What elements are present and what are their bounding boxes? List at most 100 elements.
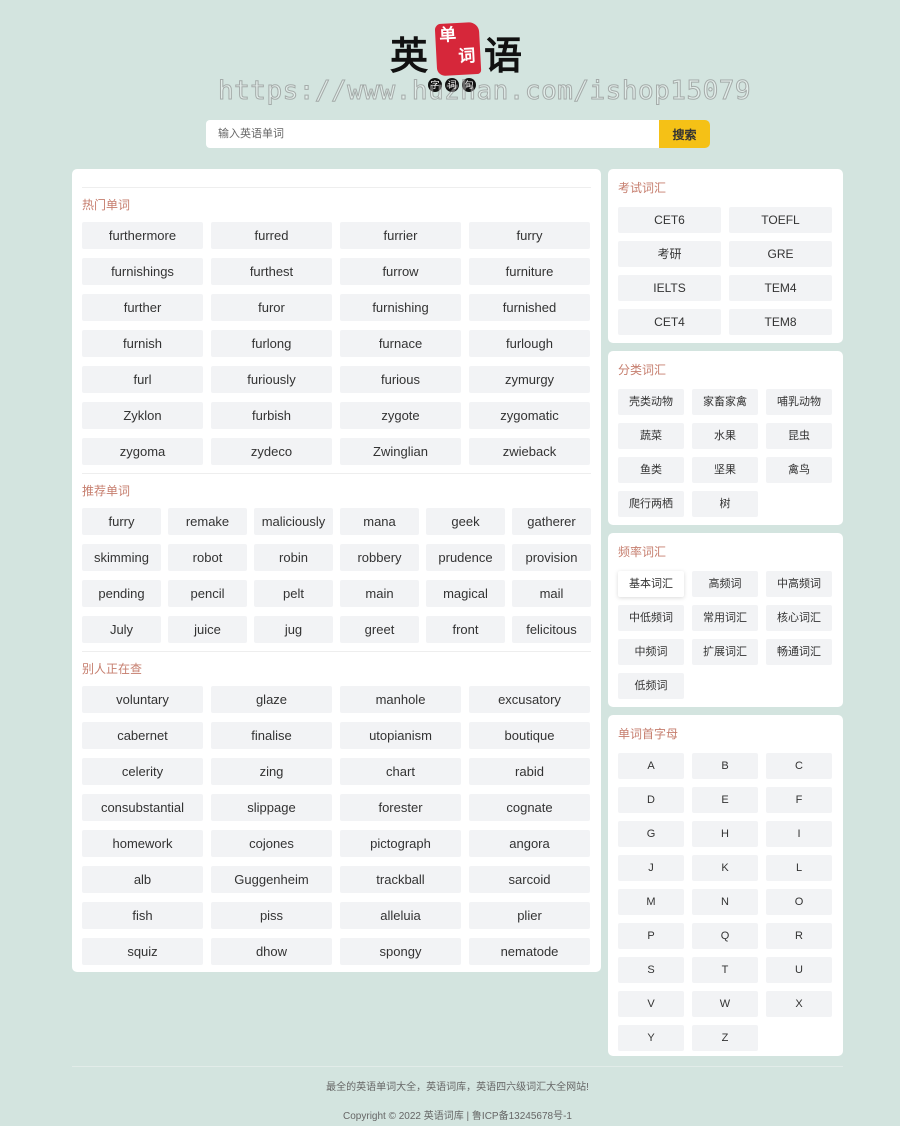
initial-letter-link[interactable]: G xyxy=(618,821,684,847)
frequency-vocab-link[interactable]: 低频词 xyxy=(618,673,684,699)
recommended-word-link[interactable]: mana xyxy=(340,508,419,535)
exam-vocab-link[interactable]: TEM4 xyxy=(729,275,832,301)
hot-word-link[interactable]: furthermore xyxy=(82,222,203,249)
others-searching-word-link[interactable]: slippage xyxy=(211,794,332,821)
exam-vocab-link[interactable]: IELTS xyxy=(618,275,721,301)
others-searching-word-link[interactable]: consubstantial xyxy=(82,794,203,821)
hot-word-link[interactable]: furl xyxy=(82,366,203,393)
hot-word-link[interactable]: further xyxy=(82,294,203,321)
hot-word-link[interactable]: Zwinglian xyxy=(340,438,461,465)
category-vocab-link[interactable]: 爬行两栖 xyxy=(618,491,684,517)
hot-word-link[interactable]: furlough xyxy=(469,330,590,357)
initial-letter-link[interactable]: K xyxy=(692,855,758,881)
initial-letter-link[interactable]: C xyxy=(766,753,832,779)
hot-word-link[interactable]: furious xyxy=(340,366,461,393)
search-button[interactable]: 搜索 xyxy=(659,120,710,148)
initial-letter-link[interactable]: O xyxy=(766,889,832,915)
hot-word-link[interactable]: furthest xyxy=(211,258,332,285)
others-searching-word-link[interactable]: sarcoid xyxy=(469,866,590,893)
initial-letter-link[interactable]: B xyxy=(692,753,758,779)
others-searching-word-link[interactable]: spongy xyxy=(340,938,461,965)
initial-letter-link[interactable]: E xyxy=(692,787,758,813)
recommended-word-link[interactable]: mail xyxy=(512,580,591,607)
others-searching-word-link[interactable]: finalise xyxy=(211,722,332,749)
others-searching-word-link[interactable]: zing xyxy=(211,758,332,785)
frequency-vocab-link[interactable]: 扩展词汇 xyxy=(692,639,758,665)
frequency-vocab-link[interactable]: 中频词 xyxy=(618,639,684,665)
others-searching-word-link[interactable]: cojones xyxy=(211,830,332,857)
initial-letter-link[interactable]: R xyxy=(766,923,832,949)
recommended-word-link[interactable]: robot xyxy=(168,544,247,571)
recommended-word-link[interactable]: July xyxy=(82,616,161,643)
initial-letter-link[interactable]: J xyxy=(618,855,684,881)
category-vocab-link[interactable]: 昆虫 xyxy=(766,423,832,449)
recommended-word-link[interactable]: greet xyxy=(340,616,419,643)
hot-word-link[interactable]: furor xyxy=(211,294,332,321)
recommended-word-link[interactable]: jug xyxy=(254,616,333,643)
initial-letter-link[interactable]: U xyxy=(766,957,832,983)
hot-word-link[interactable]: furrier xyxy=(340,222,461,249)
initial-letter-link[interactable]: F xyxy=(766,787,832,813)
initial-letter-link[interactable]: S xyxy=(618,957,684,983)
others-searching-word-link[interactable]: pictograph xyxy=(340,830,461,857)
recommended-word-link[interactable]: prudence xyxy=(426,544,505,571)
recommended-word-link[interactable]: remake xyxy=(168,508,247,535)
recommended-word-link[interactable]: gatherer xyxy=(512,508,591,535)
category-vocab-link[interactable]: 哺乳动物 xyxy=(766,389,832,415)
initial-letter-link[interactable]: W xyxy=(692,991,758,1017)
recommended-word-link[interactable]: robin xyxy=(254,544,333,571)
initial-letter-link[interactable]: Q xyxy=(692,923,758,949)
others-searching-word-link[interactable]: trackball xyxy=(340,866,461,893)
frequency-vocab-link[interactable]: 基本词汇 xyxy=(618,571,684,597)
initial-letter-link[interactable]: Z xyxy=(692,1025,758,1051)
frequency-vocab-link[interactable]: 高频词 xyxy=(692,571,758,597)
recommended-word-link[interactable]: skimming xyxy=(82,544,161,571)
initial-letter-link[interactable]: M xyxy=(618,889,684,915)
others-searching-word-link[interactable]: alleluia xyxy=(340,902,461,929)
initial-letter-link[interactable]: P xyxy=(618,923,684,949)
hot-word-link[interactable]: furred xyxy=(211,222,332,249)
others-searching-word-link[interactable]: rabid xyxy=(469,758,590,785)
hot-word-link[interactable]: furniture xyxy=(469,258,590,285)
hot-word-link[interactable]: furnish xyxy=(82,330,203,357)
others-searching-word-link[interactable]: plier xyxy=(469,902,590,929)
others-searching-word-link[interactable]: utopianism xyxy=(340,722,461,749)
others-searching-word-link[interactable]: angora xyxy=(469,830,590,857)
exam-vocab-link[interactable]: GRE xyxy=(729,241,832,267)
frequency-vocab-link[interactable]: 中高频词 xyxy=(766,571,832,597)
category-vocab-link[interactable]: 树 xyxy=(692,491,758,517)
recommended-word-link[interactable]: juice xyxy=(168,616,247,643)
recommended-word-link[interactable]: furry xyxy=(82,508,161,535)
recommended-word-link[interactable]: main xyxy=(340,580,419,607)
others-searching-word-link[interactable]: celerity xyxy=(82,758,203,785)
others-searching-word-link[interactable]: voluntary xyxy=(82,686,203,713)
recommended-word-link[interactable]: pending xyxy=(82,580,161,607)
recommended-word-link[interactable]: pelt xyxy=(254,580,333,607)
hot-word-link[interactable]: Zyklon xyxy=(82,402,203,429)
frequency-vocab-link[interactable]: 核心词汇 xyxy=(766,605,832,631)
recommended-word-link[interactable]: geek xyxy=(426,508,505,535)
footer-copyright[interactable]: Copyright © 2022 英语词库 | 鲁ICP备13245678号-1 xyxy=(72,1107,843,1122)
initial-letter-link[interactable]: H xyxy=(692,821,758,847)
others-searching-word-link[interactable]: glaze xyxy=(211,686,332,713)
hot-word-link[interactable]: zymurgy xyxy=(469,366,590,393)
exam-vocab-link[interactable]: CET6 xyxy=(618,207,721,233)
others-searching-word-link[interactable]: forester xyxy=(340,794,461,821)
initial-letter-link[interactable]: Y xyxy=(618,1025,684,1051)
initial-letter-link[interactable]: N xyxy=(692,889,758,915)
exam-vocab-link[interactable]: TOEFL xyxy=(729,207,832,233)
initial-letter-link[interactable]: L xyxy=(766,855,832,881)
initial-letter-link[interactable]: X xyxy=(766,991,832,1017)
frequency-vocab-link[interactable]: 畅通词汇 xyxy=(766,639,832,665)
recommended-word-link[interactable]: magical xyxy=(426,580,505,607)
category-vocab-link[interactable]: 水果 xyxy=(692,423,758,449)
recommended-word-link[interactable]: provision xyxy=(512,544,591,571)
initial-letter-link[interactable]: V xyxy=(618,991,684,1017)
hot-word-link[interactable]: furrow xyxy=(340,258,461,285)
recommended-word-link[interactable]: maliciously xyxy=(254,508,333,535)
others-searching-word-link[interactable]: excusatory xyxy=(469,686,590,713)
others-searching-word-link[interactable]: chart xyxy=(340,758,461,785)
others-searching-word-link[interactable]: homework xyxy=(82,830,203,857)
initial-letter-link[interactable]: A xyxy=(618,753,684,779)
others-searching-word-link[interactable]: piss xyxy=(211,902,332,929)
